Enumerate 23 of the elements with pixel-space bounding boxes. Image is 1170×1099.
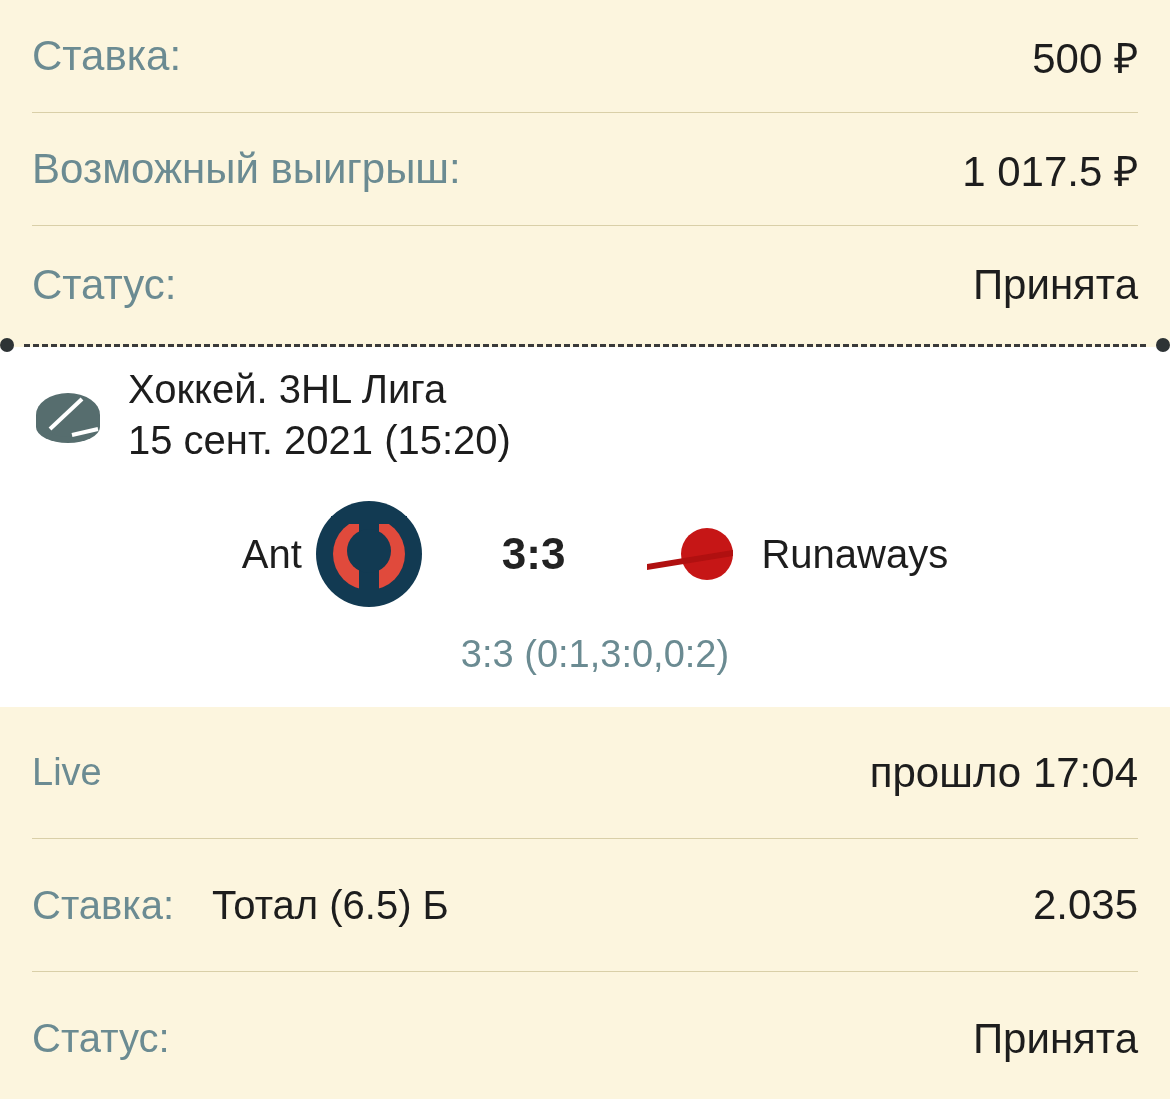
edge-dot-icon (0, 338, 14, 352)
team-logo-icon (315, 501, 422, 607)
field-value: Принята (972, 260, 1138, 309)
field-label: Статус: (32, 260, 177, 309)
team-logo-icon (645, 526, 736, 582)
field-label: Live (32, 751, 102, 794)
league-title: Хоккей. 3HL Лига (128, 367, 448, 412)
field-value: 1 017.5 ₽ (962, 146, 1138, 197)
event-date: 15 сент. 2021 (15:20) (128, 418, 511, 463)
edge-dot-icon (1156, 338, 1170, 352)
team-name: Ant (241, 531, 302, 577)
field-label: Статус: (32, 1016, 170, 1061)
field-value: 2.035 (1032, 881, 1138, 929)
team-name: Runaways (761, 531, 949, 577)
field-value: 500 ₽ (1032, 33, 1138, 84)
bet-market: Тотал (6.5) Б (212, 882, 449, 928)
field-value: прошло 17:04 (869, 748, 1138, 797)
period-scores: 3:3 (0:1,3:0,0:2) (459, 633, 731, 676)
field-label: Ставка: (32, 32, 182, 80)
field-label: Возможный выигрыш: (32, 145, 461, 193)
field-value: Принята (972, 1014, 1138, 1063)
match-score: 3:3 (501, 529, 566, 579)
field-label: Ставка: (32, 882, 174, 928)
